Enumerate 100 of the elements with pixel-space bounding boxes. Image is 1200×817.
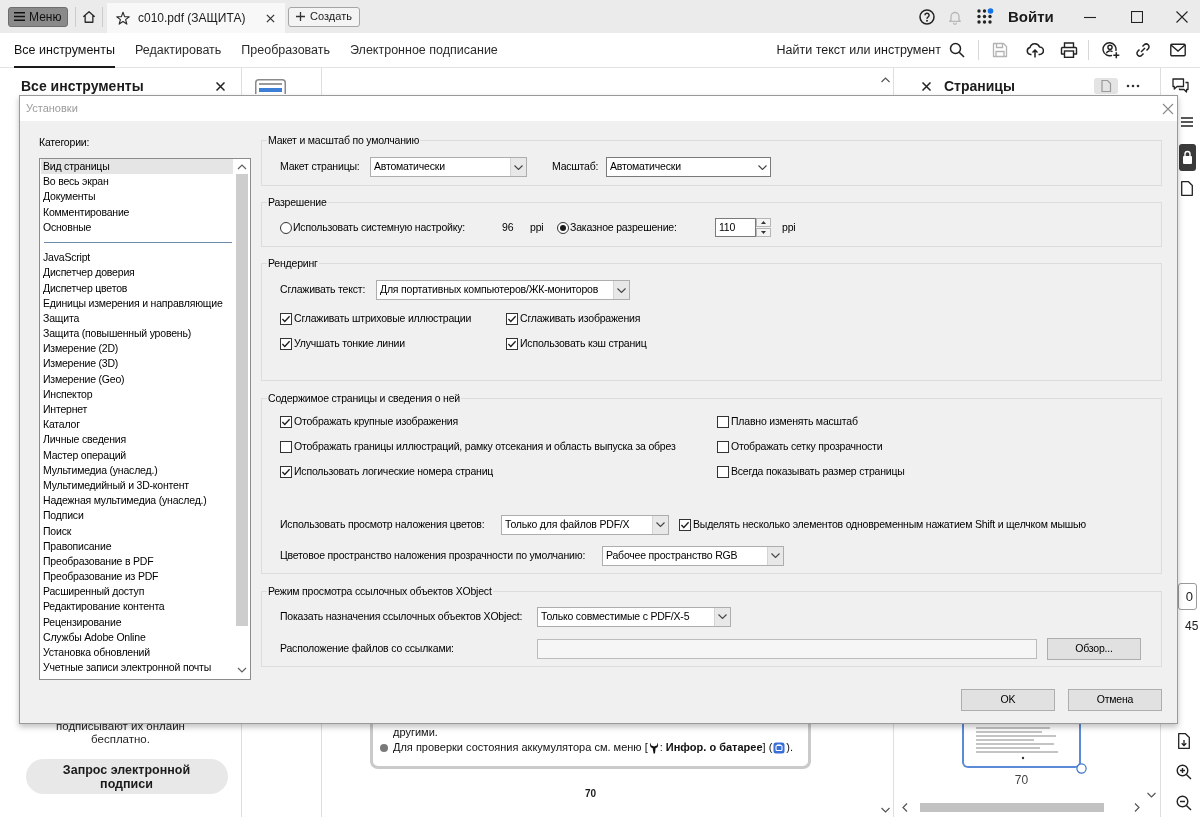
category-item[interactable]: Измерение (3D) [41, 356, 233, 372]
page-layout-icon[interactable] [255, 79, 286, 94]
dropdown[interactable]: Автоматически [606, 157, 771, 177]
checkbox-label[interactable]: Сглаживать штриховые иллюстрации [294, 310, 472, 327]
dropdown[interactable]: Рабочее пространство RGB [602, 545, 784, 566]
list-icon[interactable] [1181, 116, 1193, 128]
scroll-down-icon[interactable] [236, 667, 247, 673]
scrollbar-thumb[interactable] [235, 174, 248, 626]
category-item[interactable]: Установка обновлений [41, 645, 233, 661]
resize-handle-icon[interactable] [1076, 763, 1087, 774]
toolbar-tab[interactable]: Редактировать [134, 32, 222, 68]
radio-label[interactable]: Использовать системную настройку: [293, 220, 465, 233]
dropdown[interactable]: Автоматически [370, 157, 527, 177]
toolbar-tab[interactable]: Электронное подписание [350, 32, 498, 68]
checkbox[interactable] [280, 416, 292, 428]
category-item[interactable]: Каталог [41, 417, 233, 433]
checkbox[interactable] [679, 518, 691, 531]
sign-in-button[interactable]: Войти [1008, 5, 1054, 28]
category-item[interactable]: Интернет [41, 402, 233, 418]
scroll-up-icon[interactable] [236, 164, 247, 170]
page-export-icon[interactable] [1176, 733, 1192, 749]
browse-button[interactable]: Обзор... [1047, 637, 1141, 660]
category-item[interactable]: Мультимедийный и 3D-контент [41, 477, 233, 494]
close-icon[interactable] [922, 81, 931, 91]
search-button[interactable]: Найти текст или инструмент [776, 40, 965, 60]
dropdown[interactable]: Только совместимые с PDF/X-5 [537, 606, 731, 627]
link-icon[interactable] [1135, 42, 1151, 58]
menu-button[interactable]: Меню [8, 6, 68, 27]
checkbox[interactable] [280, 337, 292, 350]
checkbox[interactable] [506, 312, 518, 325]
dialog-button[interactable]: Отмена [1068, 688, 1162, 711]
radio-label[interactable]: Заказное разрешение: [570, 220, 677, 233]
print-icon[interactable] [1060, 42, 1078, 58]
dropdown[interactable]: Для портативных компьютеров/ЖК-мониторов [376, 280, 630, 300]
category-item[interactable]: Во весь экран [41, 174, 233, 190]
checkbox[interactable] [506, 337, 518, 350]
category-item[interactable]: JavaScript [41, 250, 233, 266]
zoom-in-icon[interactable] [1176, 764, 1192, 780]
category-item[interactable]: Диспетчер цветов [41, 280, 233, 296]
spin-up-icon[interactable] [756, 218, 771, 227]
category-item[interactable]: Личные сведения [41, 432, 233, 448]
checkbox-label[interactable]: Отображать границы иллюстраций, рамку отсекания и область выпуска за обрез [294, 439, 676, 455]
zoom-out-icon[interactable] [1176, 795, 1192, 811]
category-item[interactable]: Диспетчер доверия [41, 265, 233, 281]
checkbox[interactable] [280, 312, 292, 325]
spin-down-icon[interactable] [756, 228, 771, 237]
upload-cloud-icon[interactable] [1026, 42, 1044, 58]
category-item[interactable]: Правописание [41, 538, 233, 554]
scroll-down-icon[interactable] [881, 807, 890, 813]
scrollbar-thumb[interactable] [920, 803, 1104, 812]
checkbox[interactable] [717, 466, 729, 478]
category-item[interactable]: Документы [41, 189, 233, 205]
checkbox-label[interactable]: Отображать крупные изображения [294, 414, 458, 430]
close-icon[interactable] [216, 81, 225, 91]
category-item[interactable]: Расширенный доступ [41, 584, 233, 600]
category-item[interactable]: Защита [41, 310, 233, 327]
create-button[interactable]: Создать [288, 6, 360, 27]
category-item[interactable]: Инспектор [41, 386, 233, 402]
category-item[interactable]: Службы Adobe Online [41, 629, 233, 645]
category-item[interactable]: Измерение (Geo) [41, 371, 233, 387]
category-item[interactable]: Вид страницы [41, 159, 233, 175]
checkbox-label[interactable]: Отображать сетку прозрачности [731, 439, 883, 455]
tab-title[interactable]: c010.pdf (ЗАЩИТА) [138, 9, 246, 27]
toolbar-tab[interactable]: Преобразовать [241, 32, 331, 68]
close-icon[interactable] [1176, 10, 1188, 23]
checkbox[interactable] [280, 441, 292, 453]
checkbox[interactable] [717, 416, 729, 428]
checkbox[interactable] [717, 441, 729, 453]
category-item[interactable]: Учетные записи электронной почты [41, 660, 233, 676]
dialog-button[interactable]: OK [961, 688, 1055, 711]
category-item[interactable]: Единицы измерения и направляющие [41, 295, 233, 311]
category-item[interactable]: Мастер операций [41, 447, 233, 463]
category-item[interactable]: Редактирование контента [41, 599, 233, 615]
apps-grid-icon[interactable] [976, 7, 994, 26]
checkbox-label[interactable]: Плавно изменять масштаб [731, 414, 858, 430]
radio-button[interactable] [557, 221, 569, 234]
checkbox[interactable] [280, 466, 292, 478]
checkbox-label[interactable]: Улучшать тонкие линии [294, 335, 405, 352]
more-icon[interactable] [1126, 84, 1140, 88]
toolbar-tab[interactable]: Все инструменты [14, 32, 115, 68]
page-icon[interactable] [1181, 181, 1193, 196]
category-item[interactable]: Поиск [41, 523, 233, 539]
add-user-icon[interactable] [1102, 41, 1120, 59]
request-signature-button[interactable]: Запрос электронной подписи [25, 759, 228, 794]
lock-tile-icon[interactable] [1179, 144, 1196, 171]
category-item[interactable]: Надежная мультимедиа (унаслед.) [41, 493, 233, 509]
comment-icon[interactable] [1172, 78, 1189, 93]
help-icon[interactable] [919, 8, 935, 25]
scroll-right-icon[interactable] [1134, 803, 1140, 812]
category-item[interactable]: Преобразование из PDF [41, 569, 233, 585]
page-thumbnail[interactable] [962, 724, 1081, 768]
number-field[interactable]: 110 [715, 218, 756, 237]
mail-icon[interactable] [1170, 43, 1186, 57]
document-tab[interactable]: c010.pdf (ЗАЩИТА) [107, 3, 285, 33]
category-item[interactable]: Защита (повышенный уровень) [41, 326, 233, 342]
category-item[interactable]: Преобразование в PDF [41, 553, 233, 570]
radio-button[interactable] [280, 221, 292, 234]
page-number-field[interactable]: 0 [1178, 583, 1197, 610]
scroll-up-icon[interactable] [881, 77, 890, 83]
category-item[interactable]: Подписи [41, 508, 233, 524]
